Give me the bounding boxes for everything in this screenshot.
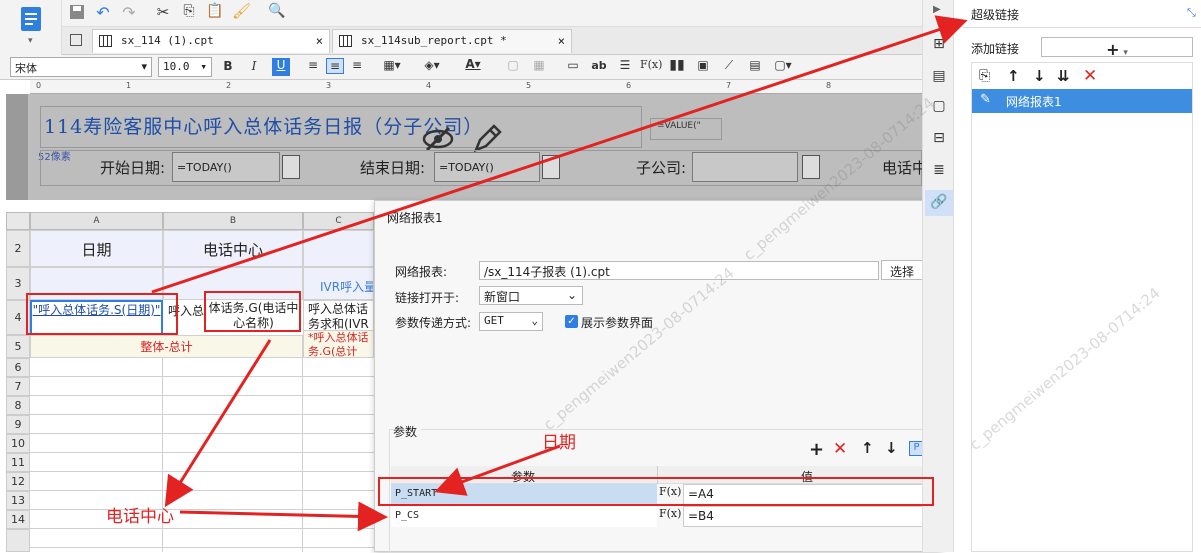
annotation-arrows — [151, 15, 968, 532]
